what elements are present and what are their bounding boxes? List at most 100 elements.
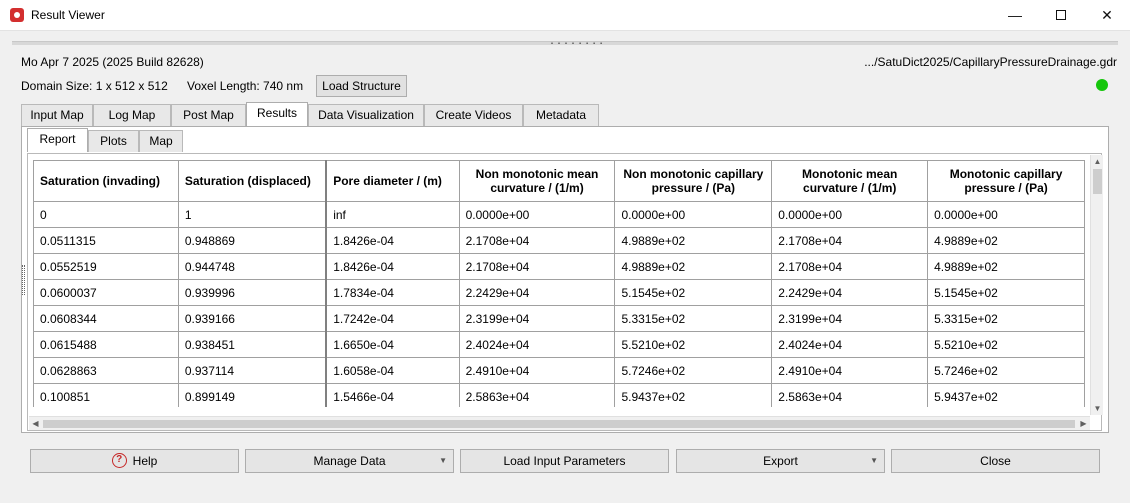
table-cell[interactable]: 0.944748 [177,253,328,280]
table-cell[interactable]: 1.6650e-04 [325,331,460,358]
table-cell[interactable]: 5.5210e+02 [614,331,773,358]
column-header[interactable]: Monotonic mean curvature / (1/m) [771,160,929,202]
table-cell[interactable]: 0.937114 [177,357,328,384]
table-cell[interactable]: 5.1545e+02 [927,279,1085,306]
table-cell[interactable]: 2.5863e+04 [458,383,616,407]
table-row[interactable]: 0 1 inf 0.0000e+00 0.0000e+00 0.0000e+00… [33,201,1085,228]
export-button[interactable]: Export ▼ [676,449,885,473]
table-cell[interactable]: 1.5466e-04 [325,383,460,407]
tab-metadata[interactable]: Metadata [523,104,599,126]
table-cell[interactable]: 2.3199e+04 [771,305,929,332]
table-cell[interactable]: 2.4024e+04 [458,331,616,358]
table-cell[interactable]: 0.0552519 [33,253,179,280]
table-row[interactable]: 0.100851 0.899149 1.5466e-04 2.5863e+04 … [33,383,1085,407]
table-row[interactable]: 0.0615488 0.938451 1.6650e-04 2.4024e+04… [33,331,1085,358]
arrow-up-icon[interactable]: ▲ [1091,155,1104,168]
help-button[interactable]: ? Help [30,449,239,473]
tab-input-map[interactable]: Input Map [21,104,93,126]
splitter-handle[interactable]: ........ [549,37,605,47]
table-cell[interactable]: 0.0000e+00 [458,201,616,228]
table-cell[interactable]: 1.6058e-04 [325,357,460,384]
table-cell[interactable]: 2.5863e+04 [771,383,929,407]
column-header[interactable]: Monotonic capillary pressure / (Pa) [927,160,1085,202]
table-cell[interactable]: 5.7246e+02 [614,357,773,384]
tab-report[interactable]: Report [27,128,88,152]
table-cell[interactable]: 2.3199e+04 [458,305,616,332]
horizontal-scrollbar[interactable]: ◀ ▶ [29,416,1090,430]
table-row[interactable]: 0.0628863 0.937114 1.6058e-04 2.4910e+04… [33,357,1085,384]
table-cell[interactable]: 0.899149 [177,383,328,407]
table-cell[interactable]: 0.0000e+00 [771,201,929,228]
column-header[interactable]: Pore diameter / (m) [325,160,460,202]
arrow-right-icon[interactable]: ▶ [1077,417,1090,430]
table-cell[interactable]: 2.2429e+04 [458,279,616,306]
maximize-button[interactable] [1038,0,1084,31]
side-splitter-grip[interactable] [22,265,25,295]
table-cell[interactable]: 5.7246e+02 [927,357,1085,384]
table-cell[interactable]: 0.939166 [177,305,328,332]
table-cell[interactable]: 2.4024e+04 [771,331,929,358]
table-cell[interactable]: 2.1708e+04 [458,253,616,280]
table-cell[interactable]: 2.1708e+04 [771,253,929,280]
table-cell[interactable]: 5.3315e+02 [614,305,773,332]
table-cell[interactable]: 0.0628863 [33,357,179,384]
table-cell[interactable]: 2.4910e+04 [458,357,616,384]
arrow-left-icon[interactable]: ◀ [29,417,42,430]
table-cell[interactable]: 4.9889e+02 [614,253,773,280]
tab-data-visualization[interactable]: Data Visualization [308,104,424,126]
table-row[interactable]: 0.0600037 0.939996 1.7834e-04 2.2429e+04… [33,279,1085,306]
table-cell[interactable]: 4.9889e+02 [927,253,1085,280]
table-cell[interactable]: 5.9437e+02 [927,383,1085,407]
manage-data-button[interactable]: Manage Data ▼ [245,449,454,473]
column-header[interactable]: Saturation (invading) [33,160,179,202]
table-cell[interactable]: 2.2429e+04 [771,279,929,306]
table-cell[interactable]: inf [325,201,460,228]
table-cell[interactable]: 0.100851 [33,383,179,407]
table-cell[interactable]: 0.0600037 [33,279,179,306]
table-cell[interactable]: 0.0511315 [33,227,179,254]
close-button[interactable]: Close [891,449,1100,473]
table-cell[interactable]: 0.0608344 [33,305,179,332]
table-cell[interactable]: 0.948869 [177,227,328,254]
table-cell[interactable]: 1.8426e-04 [325,227,460,254]
table-row[interactable]: 0.0552519 0.944748 1.8426e-04 2.1708e+04… [33,253,1085,280]
tab-post-map[interactable]: Post Map [171,104,246,126]
tab-log-map[interactable]: Log Map [93,104,171,126]
close-window-button[interactable]: ✕ [1084,0,1130,31]
table-cell[interactable]: 0.939996 [177,279,328,306]
table-cell[interactable]: 2.1708e+04 [771,227,929,254]
table-cell[interactable]: 1.8426e-04 [325,253,460,280]
table-cell[interactable]: 0.938451 [177,331,328,358]
column-header[interactable]: Non monotonic capillary pressure / (Pa) [614,160,773,202]
tab-plots[interactable]: Plots [88,130,139,152]
table-cell[interactable]: 5.1545e+02 [614,279,773,306]
load-input-parameters-button[interactable]: Load Input Parameters [460,449,669,473]
table-cell[interactable]: 0.0000e+00 [614,201,773,228]
horizontal-scroll-thumb[interactable] [43,420,1075,428]
column-header[interactable]: Saturation (displaced) [177,160,328,202]
table-cell[interactable]: 5.9437e+02 [614,383,773,407]
table-cell[interactable]: 5.5210e+02 [927,331,1085,358]
vertical-scrollbar[interactable]: ▲ ▼ [1090,155,1103,415]
minimize-button[interactable]: — [992,0,1038,31]
table-cell[interactable]: 2.1708e+04 [458,227,616,254]
table-cell[interactable]: 0 [33,201,179,228]
tab-map[interactable]: Map [139,130,183,152]
vertical-scroll-thumb[interactable] [1093,169,1102,194]
table-cell[interactable]: 4.9889e+02 [614,227,773,254]
tab-create-videos[interactable]: Create Videos [424,104,523,126]
table-cell[interactable]: 4.9889e+02 [927,227,1085,254]
table-cell[interactable]: 1.7242e-04 [325,305,460,332]
table-cell[interactable]: 0.0615488 [33,331,179,358]
table-cell[interactable]: 5.3315e+02 [927,305,1085,332]
arrow-down-icon[interactable]: ▼ [1091,402,1104,415]
load-structure-button[interactable]: Load Structure [316,75,407,97]
table-cell[interactable]: 1 [177,201,328,228]
table-row[interactable]: 0.0608344 0.939166 1.7242e-04 2.3199e+04… [33,305,1085,332]
column-header[interactable]: Non monotonic mean curvature / (1/m) [458,160,616,202]
table-cell[interactable]: 2.4910e+04 [771,357,929,384]
tab-results[interactable]: Results [246,102,308,126]
table-cell[interactable]: 1.7834e-04 [325,279,460,306]
table-cell[interactable]: 0.0000e+00 [927,201,1085,228]
table-row[interactable]: 0.0511315 0.948869 1.8426e-04 2.1708e+04… [33,227,1085,254]
